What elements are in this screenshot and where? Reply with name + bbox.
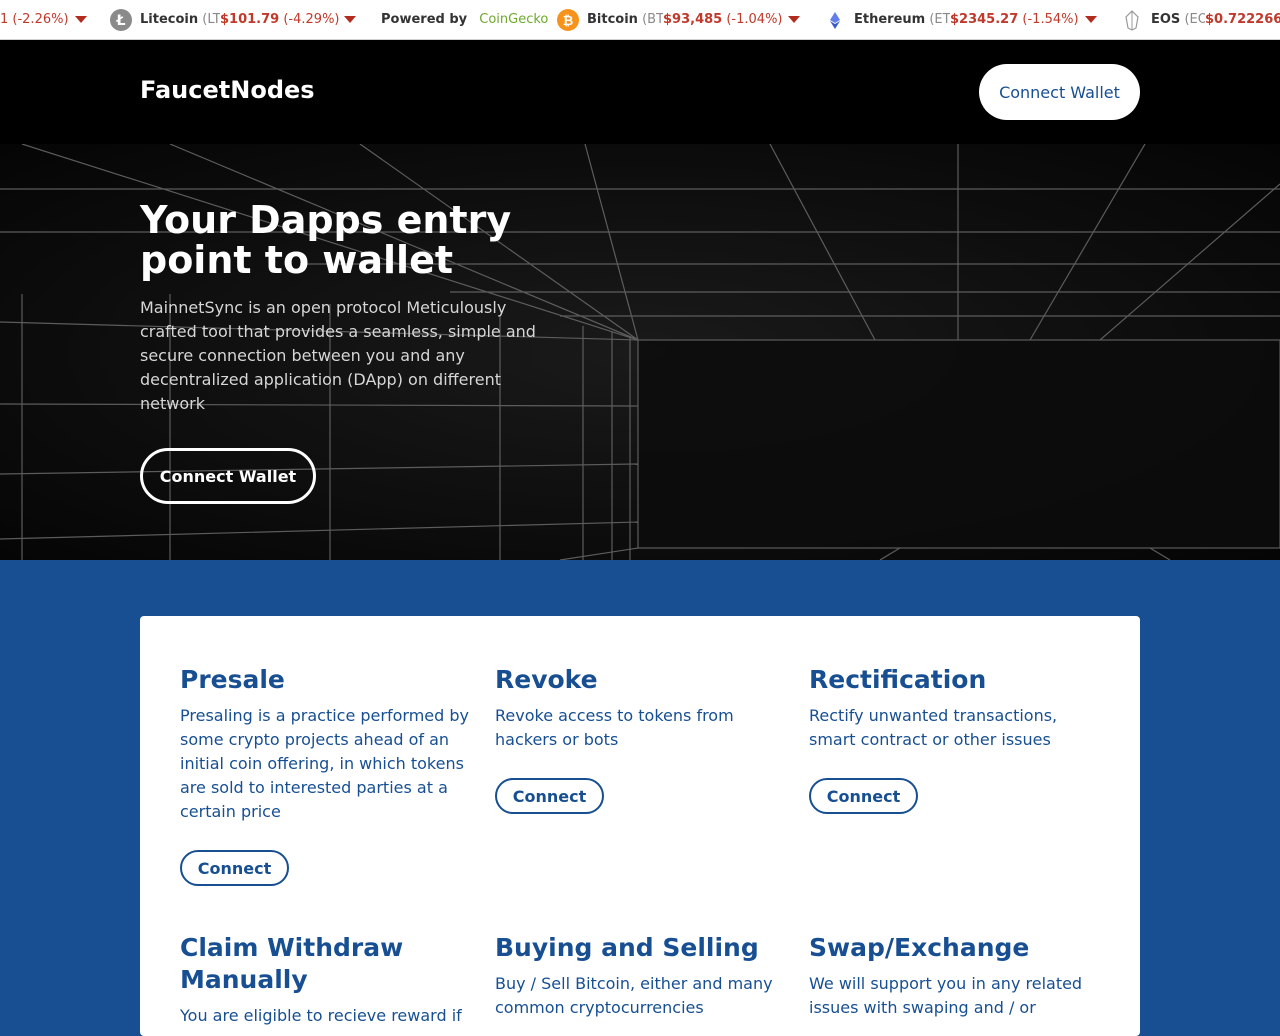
ticker-item-ethereum: Ethereum (ETH)	[854, 0, 965, 39]
service-title: Rectification	[809, 665, 987, 694]
ticker-name: Litecoin	[140, 12, 199, 27]
header-connect-wallet-button[interactable]: Connect Wallet	[979, 64, 1140, 120]
service-description: Revoke access to tokens from hackers or …	[495, 706, 734, 749]
bitcoin-icon: ₿	[557, 9, 579, 31]
ticker-change: (-1.54%)	[1022, 12, 1079, 27]
ticker-price: $0.722266	[1205, 12, 1280, 27]
hero-section: Your Dapps entry point to wallet Mainnet…	[0, 144, 1280, 560]
service-title: Revoke	[495, 665, 598, 694]
service-presale: Presale Presaling is a practice performe…	[180, 664, 472, 886]
ticker-change: 1 (-2.26%)	[0, 12, 69, 27]
service-description: Presaling is a practice performed by som…	[180, 706, 469, 821]
service-claim-withdraw: Claim Withdraw Manually You are eligible…	[180, 932, 472, 1028]
service-description: Buy / Sell Bitcoin, either and many comm…	[495, 974, 773, 1017]
ticker-price: $2345.27	[950, 12, 1019, 27]
ticker-price-group: $101.79 (-4.29%)	[220, 0, 340, 39]
ticker-change: (-1.04%)	[726, 12, 783, 27]
service-description: You are eligible to recieve reward if	[180, 1006, 462, 1025]
ticker-name: EOS	[1151, 12, 1181, 27]
svg-text:₿: ₿	[563, 14, 574, 29]
service-title: Claim Withdraw Manually	[180, 933, 404, 994]
service-title: Presale	[180, 665, 285, 694]
coingecko-link[interactable]: CoinGecko	[479, 12, 548, 27]
ticker-price: $93,485	[663, 12, 723, 27]
services-card: Presale Presaling is a practice performe…	[140, 616, 1140, 1036]
down-arrow-icon	[1085, 16, 1097, 23]
site-header: FaucetNodes Connect Wallet	[0, 40, 1280, 144]
powered-by: Powered by CoinGecko	[381, 0, 548, 39]
revoke-connect-button[interactable]: Connect	[495, 778, 604, 814]
ethereum-icon	[824, 9, 846, 31]
service-swap-exchange: Swap/Exchange We will support you in any…	[809, 932, 1101, 1020]
service-title: Buying and Selling	[495, 933, 759, 962]
service-rectification: Rectification Rectify unwanted transacti…	[809, 664, 1101, 814]
ticker-change: (-4.29%)	[283, 12, 340, 27]
service-description: We will support you in any related issue…	[809, 974, 1083, 1017]
down-arrow-icon	[788, 16, 800, 23]
litecoin-icon: Ł	[110, 9, 132, 31]
service-title: Swap/Exchange	[809, 933, 1030, 962]
service-revoke: Revoke Revoke access to tokens from hack…	[495, 664, 787, 814]
ticker-price-group: $93,485 (-1.04%)	[663, 0, 783, 39]
hero-description: MainnetSync is an open protocol Meticulo…	[140, 298, 536, 413]
service-buying-selling: Buying and Selling Buy / Sell Bitcoin, e…	[495, 932, 787, 1020]
ticker-price-group: $2345.27 (-1.54%)	[950, 0, 1079, 39]
presale-connect-button[interactable]: Connect	[180, 850, 289, 886]
svg-text:Ł: Ł	[116, 13, 126, 29]
down-arrow-icon	[75, 16, 87, 23]
rectification-connect-button[interactable]: Connect	[809, 778, 918, 814]
hero-title: Your Dapps entry point to wallet	[140, 198, 512, 282]
service-description: Rectify unwanted transactions, smart con…	[809, 706, 1058, 749]
down-arrow-icon	[344, 16, 356, 23]
ticker-name: Bitcoin	[587, 12, 638, 27]
ticker-name: Ethereum	[854, 12, 926, 27]
hero-connect-wallet-button[interactable]: Connect Wallet	[140, 448, 316, 504]
ticker-price: $101.79	[220, 12, 280, 27]
ticker-price-group: $0.722266	[1205, 0, 1280, 39]
price-ticker: 1 (-2.26%) Ł Litecoin (LTC) $101.79 (-4.…	[0, 0, 1280, 40]
powered-by-label: Powered by	[381, 12, 468, 27]
site-logo[interactable]: FaucetNodes	[140, 76, 315, 104]
eos-icon	[1121, 9, 1143, 31]
ticker-item: 1 (-2.26%)	[0, 0, 69, 39]
